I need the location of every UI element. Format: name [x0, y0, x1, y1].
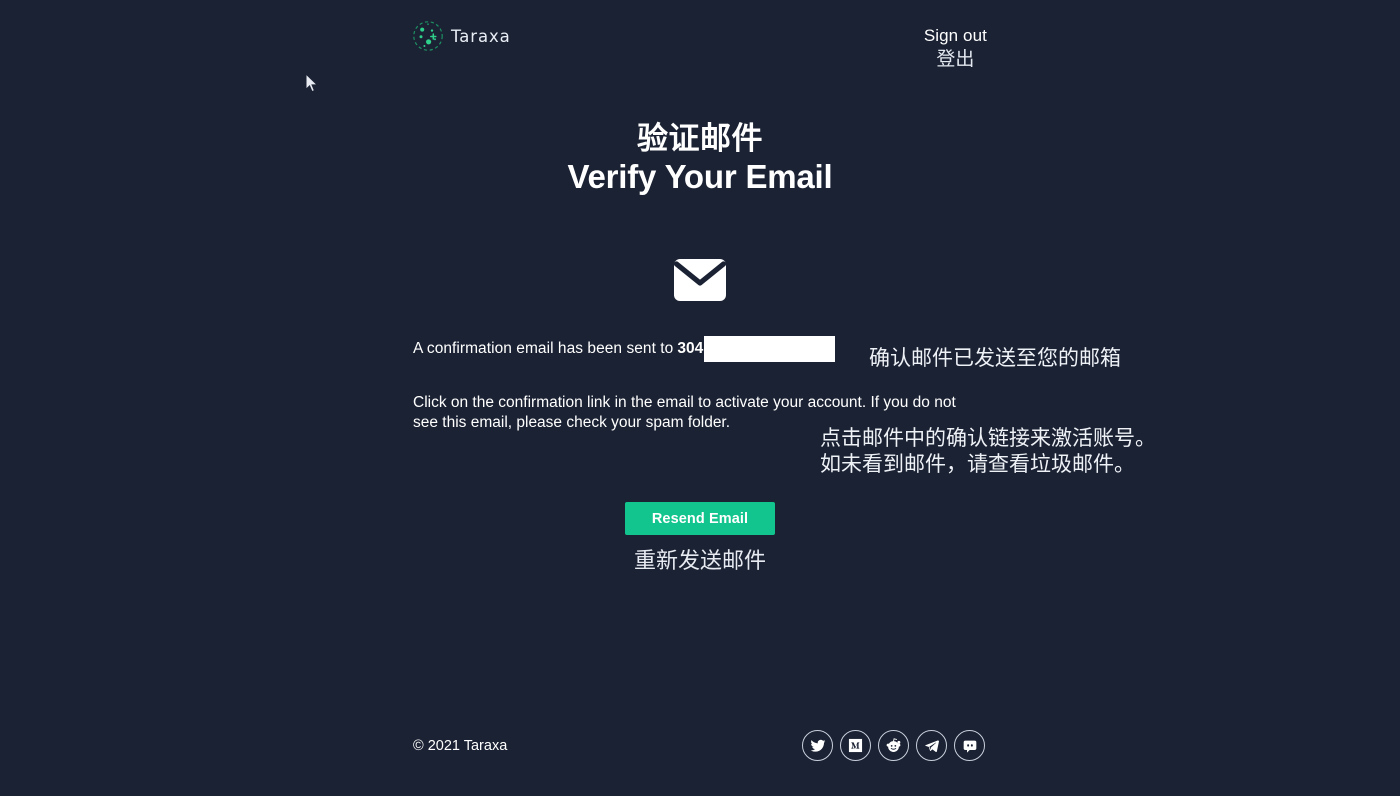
confirmation-sent-line: A confirmation email has been sent to 30… — [413, 336, 836, 362]
reddit-icon — [885, 737, 902, 754]
envelope-icon — [673, 258, 727, 302]
sign-out-label-zh: 登出 — [936, 49, 975, 70]
confirmation-sent-prefix: A confirmation email has been sent to — [413, 340, 674, 357]
social-links — [802, 730, 985, 761]
taraxa-sphere-logo-icon — [412, 20, 444, 52]
social-link-reddit[interactable] — [878, 730, 909, 761]
brand-logo[interactable]: Taraxa — [412, 20, 511, 52]
instruction-zh-line-2: 如未看到邮件，请查看垃圾邮件。 — [820, 453, 1135, 476]
mouse-pointer-icon — [305, 72, 319, 94]
resend-email-label-zh: 重新发送邮件 — [633, 548, 766, 573]
instruction-text-zh: 点击邮件中的确认链接来激活账号。 如未看到邮件，请查看垃圾邮件。 — [820, 426, 1156, 478]
page-footer: © 2021 Taraxa — [0, 716, 1400, 796]
email-fragment: 304 — [677, 340, 704, 357]
social-link-medium[interactable] — [840, 730, 871, 761]
medium-icon — [848, 738, 863, 753]
email-redaction-box — [704, 336, 836, 362]
social-link-discord[interactable] — [954, 730, 985, 761]
page-title-zh: 验证邮件 — [637, 121, 763, 156]
sign-out-label-en: Sign out — [923, 26, 987, 45]
sign-out-button[interactable]: Sign out 登出 — [924, 27, 987, 69]
instruction-zh-line-1: 点击邮件中的确认链接来激活账号。 — [820, 427, 1156, 450]
copyright-text: © 2021 Taraxa — [413, 738, 508, 754]
page-header: Taraxa Sign out 登出 — [0, 0, 1400, 72]
twitter-icon — [810, 738, 826, 754]
discord-icon — [962, 738, 978, 754]
page-title-en: Verify Your Email — [567, 158, 833, 195]
brand-name: Taraxa — [451, 26, 511, 46]
telegram-icon — [924, 738, 940, 754]
resend-email-button[interactable]: Resend Email — [625, 502, 775, 535]
social-link-twitter[interactable] — [802, 730, 833, 761]
envelope-icon-wrap — [0, 258, 1400, 302]
social-link-telegram[interactable] — [916, 730, 947, 761]
confirmation-sent-zh: 确认邮件已发送至您的邮箱 — [869, 347, 1121, 370]
